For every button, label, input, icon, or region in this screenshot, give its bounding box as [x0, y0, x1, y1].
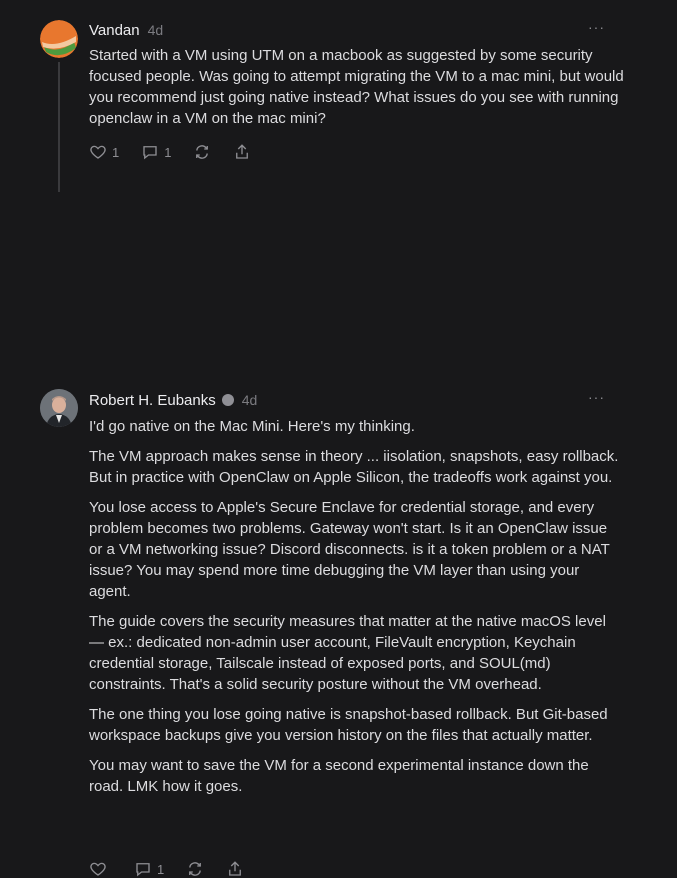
author-name[interactable]: Vandan	[89, 22, 140, 39]
share-icon	[236, 144, 249, 159]
comment-icon	[143, 146, 157, 160]
like-button[interactable]: 1	[89, 143, 119, 161]
timestamp[interactable]: 4d	[242, 392, 258, 408]
comment-paragraph: The guide covers the security measures t…	[89, 613, 606, 693]
more-options-icon[interactable]: ···	[588, 19, 605, 35]
author-name[interactable]: Robert H. Eubanks	[89, 392, 216, 409]
share-icon	[229, 861, 242, 876]
comment-paragraph: You lose access to Apple's Secure Enclav…	[89, 499, 610, 600]
comment-paragraph: The VM approach makes sense in theory ..…	[89, 448, 619, 486]
reply-count: 1	[164, 144, 172, 160]
heart-icon	[90, 862, 106, 876]
like-button[interactable]	[89, 860, 112, 878]
comment-header: Vandan 4d	[89, 22, 163, 39]
comment-actions: 1	[89, 860, 266, 878]
comment-paragraph: The one thing you lose going native is s…	[89, 706, 608, 744]
reply-button[interactable]: 1	[134, 860, 164, 878]
comment-actions: 1 1	[89, 143, 273, 161]
reply-button[interactable]: 1	[141, 143, 171, 161]
comment-body: I'd go native on the Mac Mini. Here's my…	[89, 416, 624, 806]
avatar[interactable]	[40, 20, 78, 58]
comment-paragraph: Started with a VM using UTM on a macbook…	[89, 47, 624, 127]
subscriber-badge-icon	[221, 394, 234, 406]
more-options-icon[interactable]: ···	[588, 389, 605, 405]
avatar[interactable]	[40, 389, 78, 427]
timestamp[interactable]: 4d	[148, 22, 164, 38]
like-count: 1	[112, 144, 120, 160]
comment-paragraph: I'd go native on the Mac Mini. Here's my…	[89, 418, 415, 435]
comment-header: Robert H. Eubanks 4d	[89, 392, 257, 409]
reply-count: 1	[157, 861, 165, 877]
heart-icon	[90, 145, 106, 159]
comment-icon	[136, 863, 150, 877]
restack-button[interactable]	[186, 860, 204, 878]
share-button[interactable]	[226, 860, 244, 878]
comment-body: Started with a VM using UTM on a macbook…	[89, 45, 624, 138]
restack-button[interactable]	[193, 143, 211, 161]
thread-line	[58, 62, 60, 192]
comment-paragraph: You may want to save the VM for a second…	[89, 757, 589, 795]
restack-icon	[189, 862, 202, 876]
restack-icon	[196, 145, 209, 159]
share-button[interactable]	[233, 143, 251, 161]
